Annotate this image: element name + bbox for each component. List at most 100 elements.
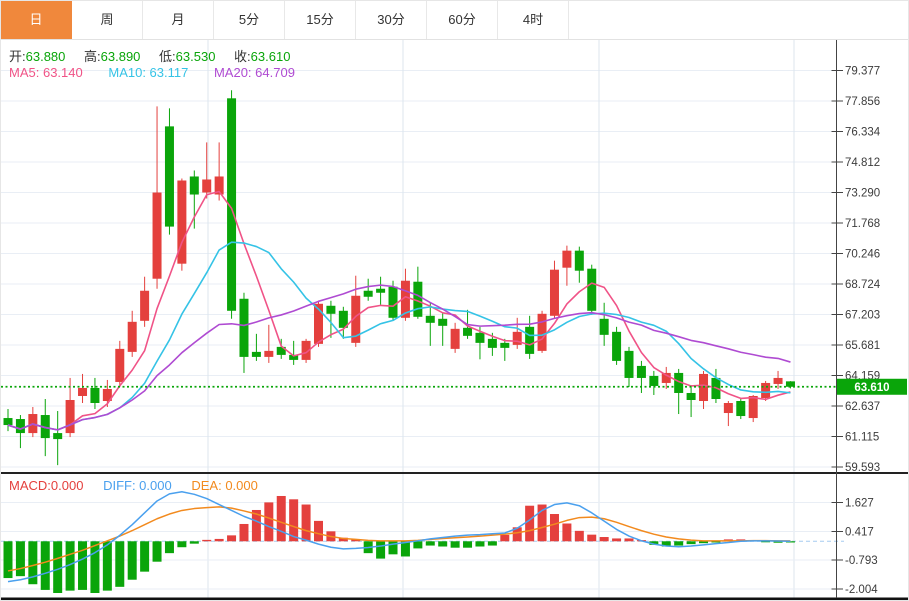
candle [625, 351, 634, 378]
macd-bar [699, 541, 708, 543]
candle [426, 316, 435, 323]
tab-日[interactable]: 日 [1, 1, 72, 39]
macd-bar [438, 541, 447, 546]
candle [538, 314, 547, 351]
macd-bar [612, 538, 621, 541]
ohlc-readout: 开:63.880 高:63.890 低:63.530 收:63.610 [9, 46, 305, 65]
ma20-readout: MA20: 64.709 [214, 65, 295, 80]
macd-axis-label: 0.417 [845, 526, 874, 538]
candle [649, 376, 658, 386]
candle [463, 328, 472, 336]
candle [525, 327, 534, 354]
candle [600, 319, 609, 335]
candle [376, 289, 385, 293]
low-pair: 低:63.530 [159, 49, 215, 64]
macd-bar [600, 537, 609, 541]
tab-5分[interactable]: 5分 [214, 1, 285, 39]
macd-bar [488, 541, 497, 545]
candle [165, 126, 174, 226]
macd-readout: MACD:0.000 DIFF: 0.000 DEA: 0.000 [9, 478, 258, 493]
macd-bar [90, 541, 99, 593]
ma10-line [8, 242, 790, 430]
open-label: 开: [9, 49, 26, 64]
low-label: 低: [159, 49, 176, 64]
diff-line [8, 492, 790, 582]
price-axis-label: 65.681 [845, 340, 880, 352]
tab-周[interactable]: 周 [72, 1, 143, 39]
macd-bar [202, 540, 211, 541]
macd-bar [128, 541, 137, 579]
macd-bar [376, 541, 385, 558]
dea-value: 0.000 [225, 478, 258, 493]
macd-bar [687, 541, 696, 544]
close-value: 63.610 [251, 49, 291, 64]
dea-line [8, 507, 790, 571]
macd-bar [475, 541, 484, 546]
candle [587, 269, 596, 311]
macd-bar [153, 541, 162, 561]
current-price-tag-label: 63.610 [854, 382, 889, 394]
timeframe-tabbar: 日周月5分15分30分60分4时 [1, 1, 909, 40]
candle [202, 179, 211, 192]
candle [761, 383, 770, 398]
macd-bar [525, 506, 534, 542]
chart-canvas[interactable]: 79.37777.85676.33474.81273.29071.76870.2… [1, 1, 909, 601]
candle [4, 418, 13, 425]
tab-月[interactable]: 月 [143, 1, 214, 39]
ma5-value: 63.140 [43, 65, 83, 80]
candle [252, 352, 261, 357]
high-label: 高: [84, 49, 101, 64]
tab-30分[interactable]: 30分 [356, 1, 427, 39]
price-axis-label: 61.115 [845, 432, 879, 444]
open-pair: 开:63.880 [9, 49, 65, 64]
candle [128, 322, 137, 352]
macd-bar [426, 541, 435, 545]
ma5-readout: MA5: 63.140 [9, 65, 83, 80]
candle [326, 306, 335, 314]
macd-bar [264, 502, 273, 541]
high-pair: 高:63.890 [84, 49, 140, 64]
price-axis-label: 68.724 [845, 279, 881, 291]
macd-bar [115, 541, 124, 587]
macd-bar [103, 541, 112, 590]
candle [637, 366, 646, 378]
candle [774, 378, 783, 384]
candle [488, 339, 497, 348]
candle [438, 319, 447, 326]
candle [153, 193, 162, 279]
macd-bar [587, 535, 596, 542]
ma20-line [8, 285, 790, 430]
tab-60分[interactable]: 60分 [427, 1, 498, 39]
diff-value-pair: DIFF: 0.000 [103, 478, 172, 493]
macd-bar [575, 531, 584, 541]
price-axis-label: 67.203 [845, 310, 880, 322]
ma10-value: 63.117 [150, 65, 189, 80]
macd-bar [4, 541, 13, 578]
macd-bar [562, 524, 571, 542]
tab-15分[interactable]: 15分 [285, 1, 356, 39]
candle [115, 349, 124, 382]
macd-bar [165, 541, 174, 553]
macd-bar [227, 535, 236, 541]
candle [724, 403, 733, 413]
macd-value-pair: MACD:0.000 [9, 478, 83, 493]
ma5-line [8, 192, 790, 430]
ma-readout: MA5: 63.140 MA10: 63.117 MA20: 64.709 [9, 65, 295, 80]
candle [264, 351, 273, 357]
macd-bar [413, 541, 422, 548]
macd-bar [16, 541, 25, 576]
macd-axis-label: 1.627 [845, 498, 874, 510]
price-axis-label: 79.377 [845, 66, 880, 78]
candle [562, 251, 571, 268]
macd-bar [140, 541, 149, 571]
candle [66, 400, 75, 433]
candle [687, 393, 696, 400]
candle [78, 388, 87, 396]
macd-bar [463, 541, 472, 547]
tab-4时[interactable]: 4时 [498, 1, 569, 39]
candle [500, 343, 509, 348]
price-axis-label: 76.334 [845, 127, 881, 139]
high-value: 63.890 [101, 49, 141, 64]
candle [90, 388, 99, 403]
close-pair: 收:63.610 [234, 49, 290, 64]
